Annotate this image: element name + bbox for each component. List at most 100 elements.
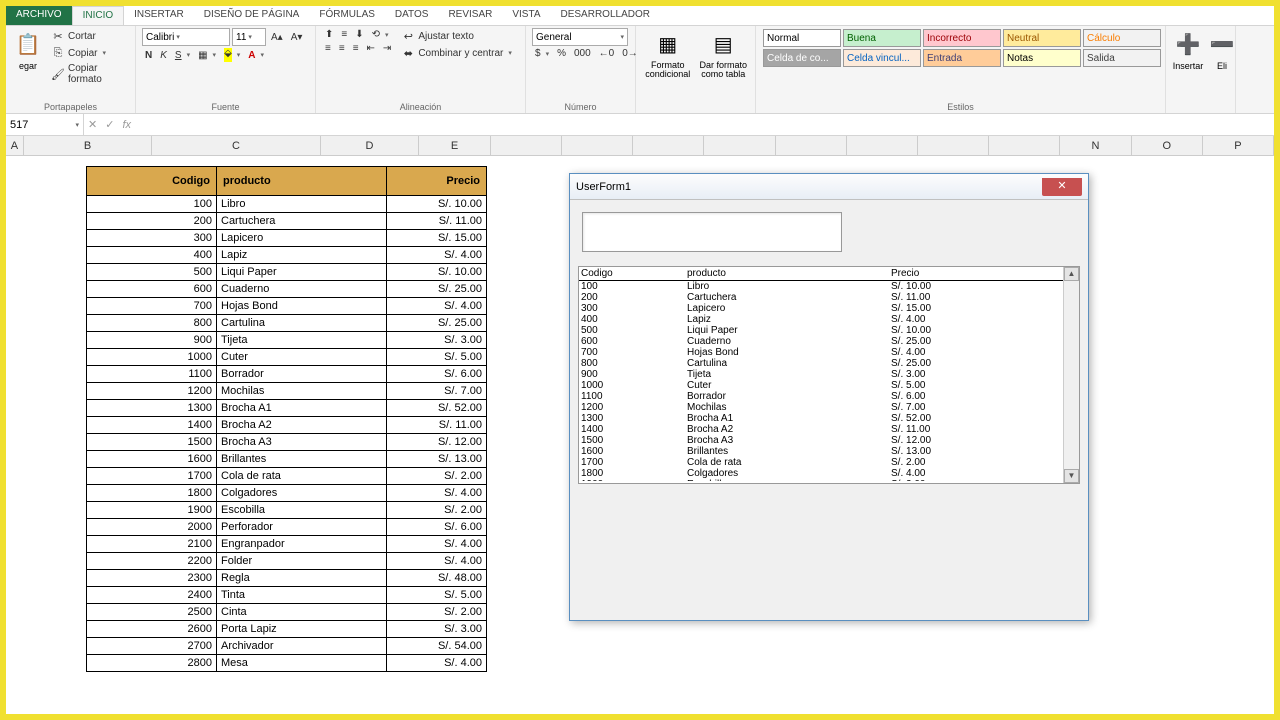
align-center-button[interactable]: ≡ (336, 42, 348, 55)
name-box[interactable]: 517▾ (6, 114, 84, 135)
orientation-button[interactable]: ⟲▾ (369, 28, 392, 41)
listbox-row[interactable]: 1800ColgadoresS/. 4.00 (579, 468, 1079, 479)
listbox-row[interactable]: 1400Brocha A2S/. 11.00 (579, 424, 1079, 435)
table-row[interactable]: 2600Porta LapizS/. 3.00 (87, 621, 487, 638)
format-painter-button[interactable]: 🖌Copiar formato (48, 62, 129, 86)
underline-button[interactable]: S▾ (172, 49, 193, 62)
column-header[interactable]: D (321, 136, 420, 155)
column-header[interactable] (989, 136, 1060, 155)
delete-cells-icon[interactable]: ➖ (1206, 28, 1238, 60)
inc-decimal-button[interactable]: ←0 (596, 47, 618, 60)
format-table-icon[interactable]: ▤ (707, 28, 739, 60)
font-name-combo[interactable]: Calibri▾ (142, 28, 230, 46)
listbox-row[interactable]: 1200MochilasS/. 7.00 (579, 402, 1079, 413)
tab-file[interactable]: ARCHIVO (6, 6, 72, 25)
column-header[interactable]: A (6, 136, 24, 155)
table-row[interactable]: 2800MesaS/. 4.00 (87, 655, 487, 672)
bold-button[interactable]: N (142, 49, 155, 62)
conditional-format-icon[interactable]: ▦ (652, 28, 684, 60)
table-row[interactable]: 2400TintaS/. 5.00 (87, 587, 487, 604)
style-cell[interactable]: Celda vincul... (843, 49, 921, 67)
listbox-row[interactable]: 1600BrillantesS/. 13.00 (579, 446, 1079, 457)
listbox-row[interactable]: 100LibroS/. 10.00 (579, 281, 1079, 292)
formula-input[interactable] (139, 117, 1270, 132)
align-top-button[interactable]: ⬆ (322, 28, 336, 41)
listbox-row[interactable]: 900TijetaS/. 3.00 (579, 369, 1079, 380)
style-cell[interactable]: Salida (1083, 49, 1161, 67)
column-header[interactable]: N (1060, 136, 1131, 155)
fill-color-button[interactable]: ⬙▾ (221, 47, 243, 63)
font-color-button[interactable]: A▾ (245, 49, 267, 62)
tab-revisar[interactable]: REVISAR (438, 6, 502, 25)
fx-icon[interactable]: fx (122, 119, 131, 131)
grow-font-button[interactable]: A▴ (268, 31, 286, 44)
indent-dec-button[interactable]: ⇤ (364, 42, 378, 55)
table-row[interactable]: 2200FolderS/. 4.00 (87, 553, 487, 570)
percent-button[interactable]: % (554, 47, 569, 60)
listbox-row[interactable]: 300LapiceroS/. 15.00 (579, 303, 1079, 314)
table-row[interactable]: 900TijetaS/. 3.00 (87, 332, 487, 349)
listbox-row[interactable]: 1500Brocha A3S/. 12.00 (579, 435, 1079, 446)
scroll-up-icon[interactable]: ▲ (1064, 267, 1079, 281)
cut-button[interactable]: ✂Cortar (48, 28, 129, 44)
font-size-combo[interactable]: 11▾ (232, 28, 266, 46)
cancel-icon[interactable]: ✕ (88, 118, 97, 131)
table-row[interactable]: 1200MochilasS/. 7.00 (87, 383, 487, 400)
border-button[interactable]: ▦▾ (195, 49, 219, 62)
cell-styles-gallery[interactable]: NormalBuenaIncorrectoNeutralCálculoCelda… (762, 28, 1159, 68)
copy-button[interactable]: ⎘Copiar▾ (48, 45, 129, 61)
column-header[interactable] (847, 136, 918, 155)
table-row[interactable]: 2500CintaS/. 2.00 (87, 604, 487, 621)
listbox-row[interactable]: 400LapizS/. 4.00 (579, 314, 1079, 325)
close-button[interactable]: ✕ (1042, 178, 1082, 196)
table-row[interactable]: 1600BrillantesS/. 13.00 (87, 451, 487, 468)
listbox-row[interactable]: 500Liqui PaperS/. 10.00 (579, 325, 1079, 336)
table-row[interactable]: 1800ColgadoresS/. 4.00 (87, 485, 487, 502)
currency-button[interactable]: $▾ (532, 47, 552, 60)
listbox-row[interactable]: 1700Cola de rataS/. 2.00 (579, 457, 1079, 468)
listbox-row[interactable]: 600CuadernoS/. 25.00 (579, 336, 1079, 347)
column-header[interactable] (491, 136, 562, 155)
style-cell[interactable]: Buena (843, 29, 921, 47)
table-row[interactable]: 1900EscobillaS/. 2.00 (87, 502, 487, 519)
column-header[interactable] (704, 136, 775, 155)
column-header[interactable]: C (152, 136, 320, 155)
table-row[interactable]: 2100EngranpadorS/. 4.00 (87, 536, 487, 553)
column-header[interactable] (633, 136, 704, 155)
table-row[interactable]: 2300ReglaS/. 48.00 (87, 570, 487, 587)
table-row[interactable]: 200CartucheraS/. 11.00 (87, 213, 487, 230)
column-header[interactable] (918, 136, 989, 155)
column-header[interactable]: P (1203, 136, 1274, 155)
column-header[interactable]: O (1132, 136, 1203, 155)
listbox-scrollbar[interactable]: ▲ ▼ (1063, 267, 1079, 483)
listbox-row[interactable]: 700Hojas BondS/. 4.00 (579, 347, 1079, 358)
table-row[interactable]: 1400Brocha A2S/. 11.00 (87, 417, 487, 434)
paste-icon[interactable]: 📋 (12, 28, 44, 60)
comma-button[interactable]: 000 (571, 47, 594, 60)
tab-fórmulas[interactable]: FÓRMULAS (309, 6, 385, 25)
align-right-button[interactable]: ≡ (350, 42, 362, 55)
style-cell[interactable]: Incorrecto (923, 29, 1001, 47)
table-row[interactable]: 2000PerforadorS/. 6.00 (87, 519, 487, 536)
table-row[interactable]: 1500Brocha A3S/. 12.00 (87, 434, 487, 451)
style-cell[interactable]: Celda de co... (763, 49, 841, 67)
column-header[interactable] (776, 136, 847, 155)
table-row[interactable]: 1000CuterS/. 5.00 (87, 349, 487, 366)
tab-inicio[interactable]: INICIO (72, 6, 125, 25)
column-header[interactable] (562, 136, 633, 155)
number-format-combo[interactable]: General▾ (532, 28, 628, 46)
align-middle-button[interactable]: ≡ (338, 28, 350, 41)
table-row[interactable]: 100LibroS/. 10.00 (87, 196, 487, 213)
userform-titlebar[interactable]: UserForm1 ✕ (570, 174, 1088, 200)
userform-listbox[interactable]: CodigoproductoPrecio 100LibroS/. 10.0020… (578, 266, 1080, 484)
indent-inc-button[interactable]: ⇥ (380, 42, 394, 55)
listbox-row[interactable]: 1900EscobillaS/. 2.00 (579, 479, 1079, 481)
listbox-row[interactable]: 800CartulinaS/. 25.00 (579, 358, 1079, 369)
style-cell[interactable]: Normal (763, 29, 841, 47)
column-header[interactable]: E (419, 136, 490, 155)
table-row[interactable]: 300LapiceroS/. 15.00 (87, 230, 487, 247)
table-row[interactable]: 1700Cola de rataS/. 2.00 (87, 468, 487, 485)
scroll-down-icon[interactable]: ▼ (1064, 469, 1079, 483)
insert-cells-icon[interactable]: ➕ (1172, 28, 1204, 60)
tab-diseño de página[interactable]: DISEÑO DE PÁGINA (194, 6, 310, 25)
